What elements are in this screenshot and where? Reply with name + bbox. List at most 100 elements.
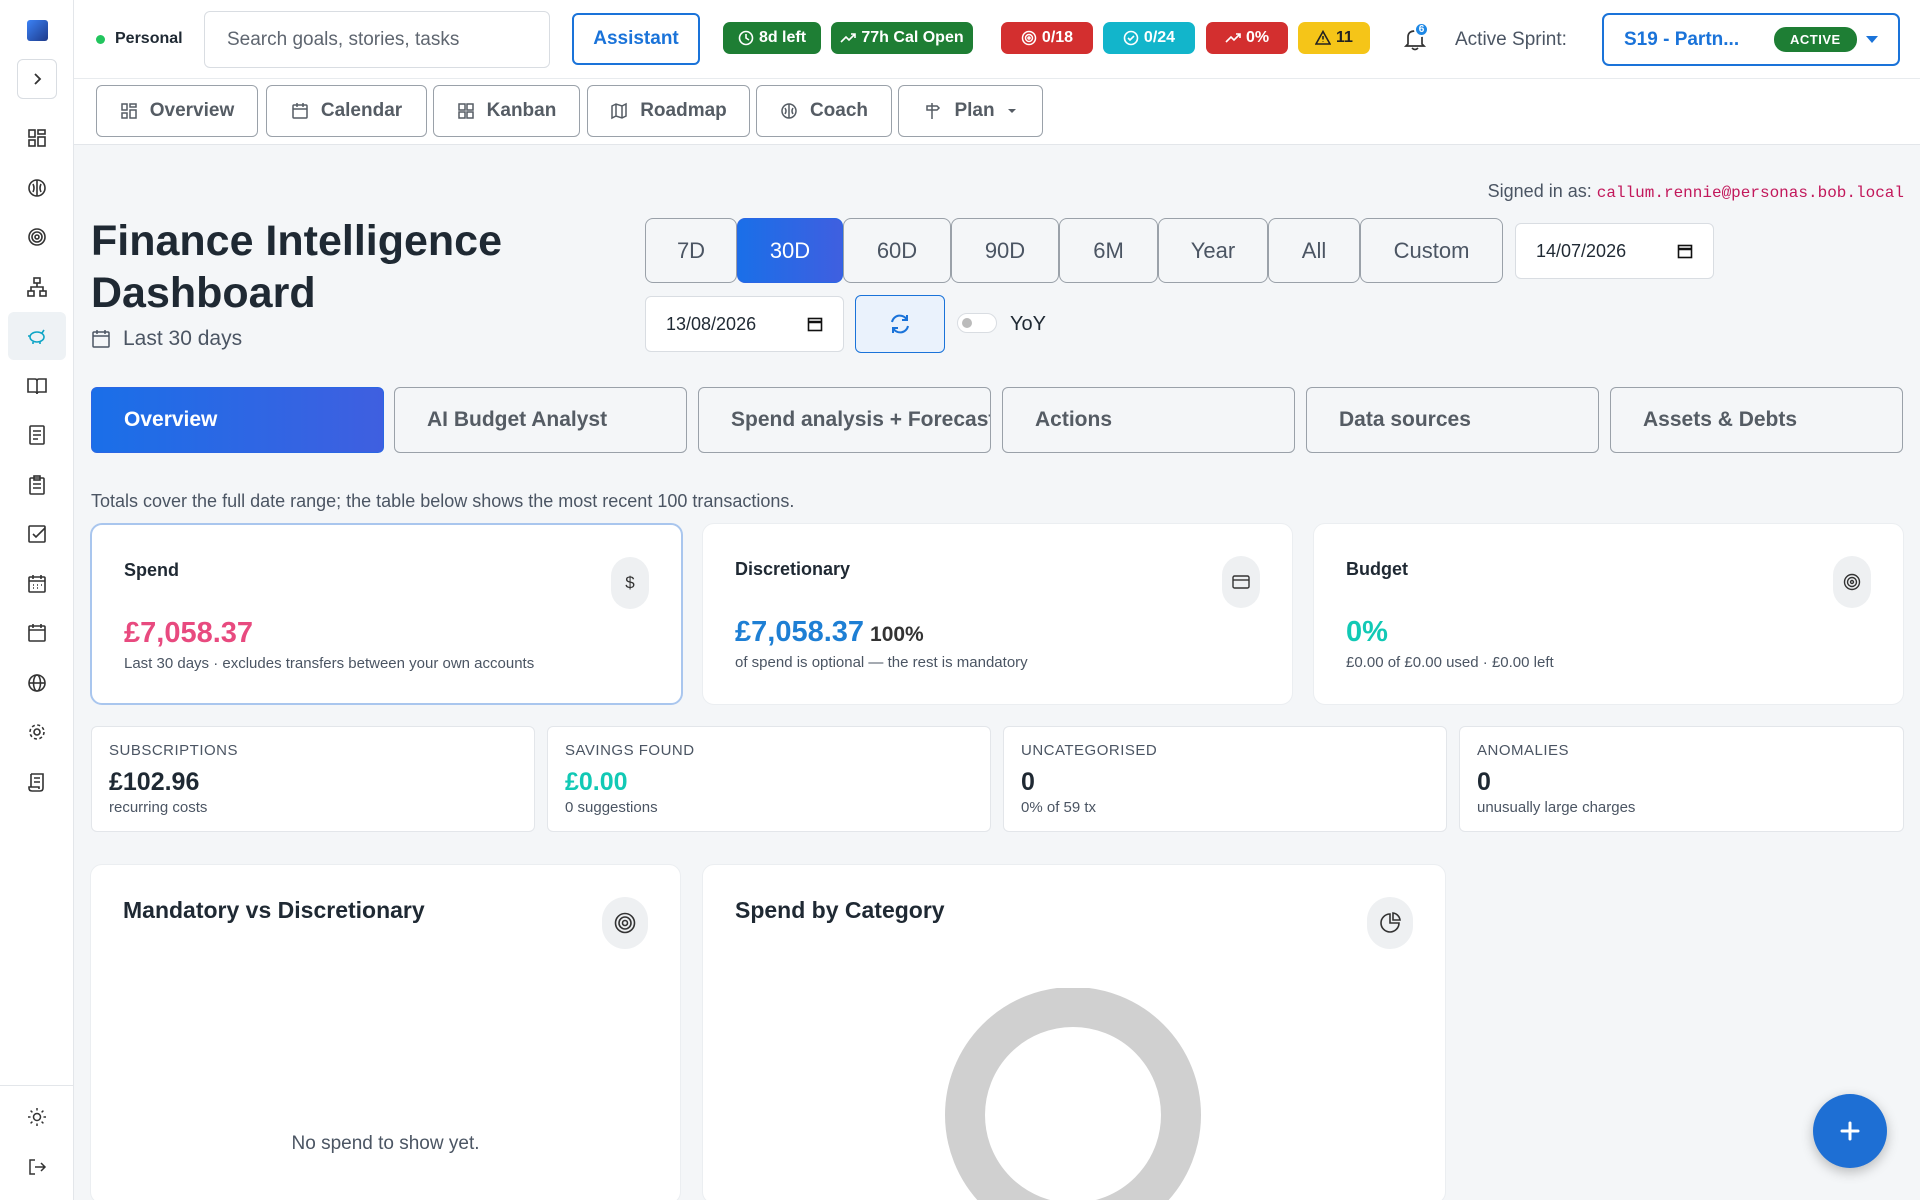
days-left-pill[interactable]: 8d left [723, 22, 821, 54]
range-button-90d[interactable]: 90D [951, 218, 1059, 283]
tab-calendar[interactable]: Calendar [266, 85, 427, 137]
subtitle-text: Last 30 days [123, 327, 243, 350]
signpost-icon [926, 103, 941, 119]
assistant-button[interactable]: Assistant [572, 13, 700, 65]
anomalies-stat[interactable]: ANOMALIES 0 unusually large charges [1459, 726, 1904, 832]
tab-label: Calendar [320, 100, 403, 121]
sidebar-item-calendar-grid[interactable] [8, 560, 66, 608]
target-icon [1833, 556, 1871, 608]
search-input[interactable] [204, 11, 550, 68]
card-value: £7,058.37 [124, 617, 253, 650]
clock-icon [738, 30, 754, 46]
finance-tab-overview[interactable]: Overview [91, 387, 384, 453]
sidebar-nav [8, 114, 66, 807]
tasks-pill[interactable]: 0/24 [1103, 22, 1195, 54]
sidebar [0, 0, 74, 1200]
stat-sub: unusually large charges [1477, 799, 1636, 816]
sidebar-item-notes[interactable] [8, 411, 66, 459]
signed-in-email: callum.rennie@personas.bob.local [1596, 184, 1904, 202]
logout-button[interactable] [8, 1143, 66, 1191]
page-title: Finance Intelligence Dashboard [91, 217, 502, 317]
discretionary-card[interactable]: Discretionary £7,058.37 100% of spend is … [702, 523, 1293, 705]
workspace-selector[interactable]: Personal [96, 30, 183, 48]
card-value: 0% [1346, 616, 1388, 649]
stat-value: £0.00 [565, 768, 628, 796]
logout-icon [29, 1159, 47, 1175]
theme-toggle[interactable] [8, 1093, 66, 1141]
finance-tab-data-sources[interactable]: Data sources [1306, 387, 1599, 453]
pill-label: 11 [1336, 29, 1353, 46]
trend-up-icon [840, 33, 857, 43]
chevron-down-icon [1866, 36, 1878, 43]
hierarchy-icon [27, 276, 47, 297]
sidebar-expand-button[interactable] [17, 59, 57, 99]
range-button-60d[interactable]: 60D [843, 218, 951, 283]
card-value-text: £7,058.37 [124, 617, 254, 649]
range-button-6m[interactable]: 6M [1059, 218, 1158, 283]
savings-stat[interactable]: SAVINGS FOUND £0.00 0 suggestions [547, 726, 991, 832]
sprint-label: Active Sprint: [1455, 29, 1567, 50]
refresh-button[interactable] [855, 295, 945, 353]
sun-icon [28, 1108, 46, 1126]
sidebar-item-globe[interactable] [8, 659, 66, 707]
finance-tab-ai-budget-analyst[interactable]: AI Budget Analyst [394, 387, 687, 453]
pill-label: 77h Cal Open [861, 29, 964, 46]
finance-tab-assets-debts[interactable]: Assets & Debts [1610, 387, 1903, 453]
sprint-selector[interactable]: S19 - Partn... ACTIVE [1602, 13, 1900, 66]
date-to-field[interactable]: 13/08/2026 [645, 296, 844, 352]
tab-label: Overview [149, 100, 235, 121]
tab-kanban[interactable]: Kanban [433, 85, 580, 137]
app-logo[interactable] [27, 20, 48, 41]
range-button-year[interactable]: Year [1158, 218, 1268, 283]
status-dot [96, 34, 105, 44]
tab-label: Roadmap [640, 100, 727, 121]
refresh-icon [891, 314, 909, 334]
uncategorised-stat[interactable]: UNCATEGORISED 0 0% of 59 tx [1003, 726, 1447, 832]
subscriptions-stat[interactable]: SUBSCRIPTIONS £102.96 recurring costs [91, 726, 535, 832]
pill-label: 0/24 [1143, 29, 1176, 46]
tab-overview[interactable]: Overview [96, 85, 258, 137]
tab-coach[interactable]: Coach [756, 85, 892, 137]
range-button-7d[interactable]: 7D [645, 218, 737, 283]
page-subtitle: Last 30 days [91, 327, 242, 351]
target-icon [28, 228, 46, 246]
budget-card[interactable]: Budget 0% £0.00 of £0.00 used · £0.00 le… [1313, 523, 1904, 705]
sidebar-item-finance[interactable] [8, 312, 66, 360]
pie-chart-icon[interactable] [1367, 897, 1413, 949]
tab-plan[interactable]: Plan [898, 85, 1043, 137]
dollar-icon: $ [611, 557, 649, 609]
progress-pill[interactable]: 0% [1206, 22, 1288, 54]
mandatory-vs-discretionary-panel: Mandatory vs Discretionary No spend to s… [90, 864, 681, 1200]
spend-card[interactable]: Spend $ £7,058.37 Last 30 days · exclude… [90, 523, 683, 705]
finance-tab-actions[interactable]: Actions [1002, 387, 1295, 453]
tab-roadmap[interactable]: Roadmap [587, 85, 750, 137]
stat-sub: recurring costs [109, 799, 208, 816]
goals-pill[interactable]: 0/18 [1001, 22, 1093, 54]
sidebar-item-calendar[interactable] [8, 609, 66, 657]
notification-badge: 6 [1414, 22, 1429, 37]
grid-icon [121, 103, 137, 119]
warnings-pill[interactable]: 11 [1298, 22, 1370, 54]
calendar-open-pill[interactable]: 77h Cal Open [831, 22, 973, 54]
yoy-toggle[interactable] [957, 313, 997, 333]
range-note: Totals cover the full date range; the ta… [91, 491, 795, 511]
sidebar-item-hierarchy[interactable] [8, 263, 66, 311]
sidebar-item-coach[interactable] [8, 164, 66, 212]
sidebar-item-dashboard[interactable] [8, 114, 66, 162]
finance-tab-spend-analysis[interactable]: Spend analysis + Forecast [698, 387, 991, 453]
add-button[interactable] [1813, 1094, 1887, 1168]
kanban-icon [457, 103, 474, 119]
sidebar-item-goals[interactable] [8, 213, 66, 261]
range-button-custom[interactable]: Custom [1360, 218, 1503, 283]
globe-icon [28, 673, 46, 692]
sidebar-item-tasks[interactable] [8, 510, 66, 558]
range-button-all[interactable]: All [1268, 218, 1360, 283]
sidebar-item-journal[interactable] [8, 362, 66, 410]
card-icon [1222, 556, 1260, 608]
sidebar-item-clipboard[interactable] [8, 461, 66, 509]
range-button-30d[interactable]: 30D [737, 218, 843, 283]
sidebar-item-scroll[interactable] [8, 758, 66, 806]
sidebar-item-settings[interactable] [8, 708, 66, 756]
card-sub: of spend is optional — the rest is manda… [735, 654, 1028, 671]
date-from-field[interactable]: 14/07/2026 [1515, 223, 1714, 279]
